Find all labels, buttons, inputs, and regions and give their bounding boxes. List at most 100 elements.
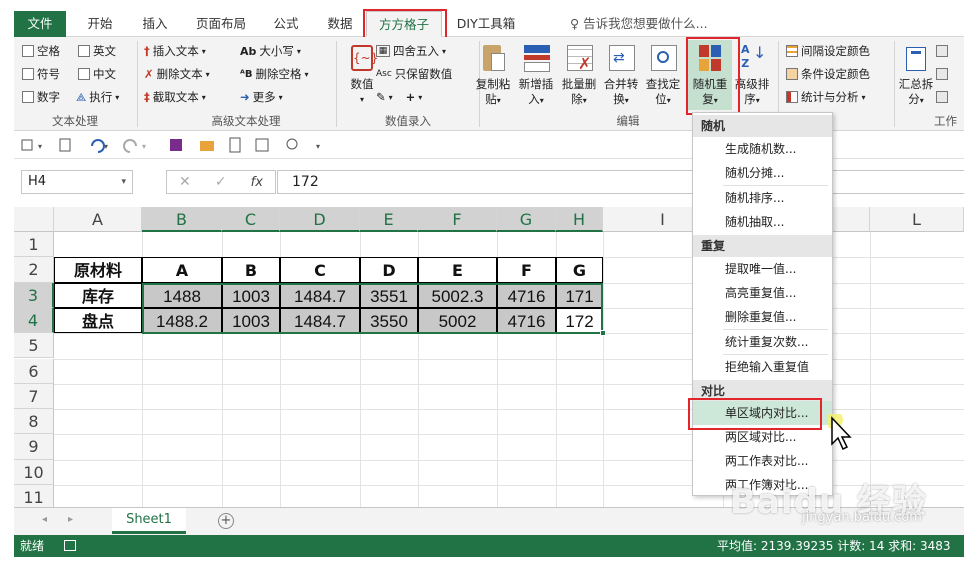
menu-item-two-sheet-compare[interactable]: 两工作表对比... [693,449,832,473]
right-small-button-1[interactable] [936,41,948,61]
keep-number-button[interactable]: Asc 只保留数值 [376,64,452,84]
name-box[interactable]: H4 ▾ [21,170,133,194]
column-title-cell[interactable]: D [360,257,418,283]
row-header-4[interactable]: 4 [14,307,54,334]
tab-data[interactable]: 数据 [316,11,364,37]
menu-item-random-allocate[interactable]: 随机分摊... [693,161,832,185]
more-button[interactable]: ➜ 更多 ▾ [240,87,283,107]
copy-paste-button[interactable]: 复制粘 贴▾ [471,43,515,108]
row-header-11[interactable]: 11 [14,485,54,507]
column-title-cell[interactable]: A [142,257,222,283]
condition-color-button[interactable]: 条件设定颜色 [786,64,870,84]
batch-delete-button[interactable]: ✗ 批量删 除▾ [557,43,601,108]
edit-dropdown-button[interactable]: ✎ ▾ + ▾ [376,87,422,107]
column-header-b[interactable]: B [142,207,222,232]
menu-item-count-duplicates[interactable]: 统计重复次数... [693,330,832,354]
keep-number-icon: Asc [376,69,392,79]
confirm-icon[interactable]: ✓ [215,174,227,190]
row-header-5[interactable]: 5 [14,333,54,359]
menu-item-extract-unique[interactable]: 提取唯一值... [693,257,832,281]
merge-convert-button[interactable]: ⇄ 合并转 换▾ [599,43,643,108]
column-header-d[interactable]: D [280,207,360,232]
row-label-cell[interactable]: 原材料 [54,257,142,283]
check-space[interactable]: 空格 [22,41,60,61]
row-label-cell[interactable]: 库存 [54,282,142,308]
cancel-icon[interactable]: ✕ [179,174,191,190]
tell-me-search[interactable]: ♀ 告诉我您想要做什么... [570,11,708,37]
tab-formulas[interactable]: 公式 [264,11,308,37]
group-label-adv-text: 高级文本处理 [211,114,281,128]
extract-text-button[interactable]: ‡ 截取文本 ▾ [144,87,206,107]
menu-item-random-sort[interactable]: 随机排序... [693,186,832,210]
svg-text:▾: ▾ [142,142,146,151]
delete-text-button[interactable]: ✗ 删除文本 ▾ [144,64,210,84]
add-sheet-icon[interactable]: + [218,513,234,529]
check-number[interactable]: 数字 [22,87,60,107]
round-label: 四舍五入 [393,44,439,58]
column-title-cell[interactable]: G [556,257,603,283]
stats-analysis-button[interactable]: 统计与分析 ▾ [786,87,866,107]
column-title-cell[interactable]: E [418,257,497,283]
check-chinese[interactable]: 中文 [78,64,116,84]
chevron-down-icon[interactable]: ▾ [121,171,126,193]
row-header-7[interactable]: 7 [14,383,54,410]
find-locate-button[interactable]: 查找定 位▾ [641,43,685,108]
row-header-6[interactable]: 6 [14,358,54,384]
column-header-h[interactable]: H [556,207,603,232]
scroll-left-icon[interactable]: ◂ [42,514,47,525]
execute-button[interactable]: ⟁ 执行 ▾ [76,87,119,107]
gridline [870,232,871,507]
stats-analysis-label: 统计与分析 [801,90,859,104]
check-number-label: 数字 [37,90,60,104]
column-header-e[interactable]: E [360,207,418,232]
tab-insert[interactable]: 插入 [129,11,181,37]
formula-input[interactable]: 172 [277,170,964,194]
insert-text-button[interactable]: † 插入文本 ▾ [144,41,206,61]
column-title-cell[interactable]: C [280,257,360,283]
interval-color-button[interactable]: 间隔设定颜色 [786,41,870,61]
column-header-a[interactable]: A [54,207,142,232]
round-button[interactable]: ▦ 四舍五入 ▾ [376,41,446,61]
row-header-3[interactable]: 3 [14,282,54,308]
interval-color-icon [786,45,798,57]
column-title-cell[interactable]: B [222,257,280,283]
row-header-9[interactable]: 9 [14,434,54,460]
sheet-tab-sheet1[interactable]: Sheet1 [112,508,186,534]
insert-new-button[interactable]: 新增插 入▾ [514,43,558,108]
right-small-button-3[interactable] [936,87,948,107]
tell-me-text: 告诉我您想要做什么... [583,16,708,31]
menu-item-reject-duplicates[interactable]: 拒绝输入重复值 [693,355,832,379]
check-english[interactable]: 英文 [78,41,116,61]
tab-home[interactable]: 开始 [74,11,126,37]
fx-icon[interactable]: fx [251,175,263,190]
batch-delete-label-1: 批量删 [561,77,597,91]
column-header-f[interactable]: F [418,207,497,232]
row-header-10[interactable]: 10 [14,459,54,485]
row-header-8[interactable]: 8 [14,409,54,435]
check-symbol[interactable]: 符号 [22,64,60,84]
menu-item-generate-random[interactable]: 生成随机数... [693,137,832,161]
column-title-cell[interactable]: F [497,257,556,283]
row-header-2[interactable]: 2 [14,257,54,283]
column-header-g[interactable]: G [497,207,556,232]
tab-page-layout[interactable]: 页面布局 [186,11,256,37]
case-button[interactable]: Ab 大小写 ▾ [240,41,301,61]
row-label-cell[interactable]: 盘点 [54,307,142,334]
column-header-c[interactable]: C [222,207,280,232]
tab-file[interactable]: 文件 [14,11,66,37]
macro-record-icon[interactable] [64,540,76,551]
row-header-1[interactable]: 1 [14,232,54,258]
right-small-button-2[interactable] [936,64,948,84]
check-space-label: 空格 [37,44,60,58]
scroll-right-icon[interactable]: ▸ [68,514,73,525]
menu-item-delete-duplicates[interactable]: 删除重复值... [693,305,832,329]
column-header-l[interactable]: L [870,207,964,232]
menu-item-random-draw[interactable]: 随机抽取... [693,210,832,234]
tab-diy-toolbox[interactable]: DIY工具箱 [452,11,520,37]
summary-split-button[interactable]: 汇总拆 分▾ [894,43,938,108]
select-all-corner[interactable] [14,207,54,232]
fill-handle[interactable] [600,330,606,337]
remove-space-button[interactable]: ᴬB 删除空格 ▾ [240,64,309,84]
copy-paste-label-2: 贴 [485,92,497,106]
menu-item-highlight-duplicates[interactable]: 高亮重复值... [693,281,832,305]
